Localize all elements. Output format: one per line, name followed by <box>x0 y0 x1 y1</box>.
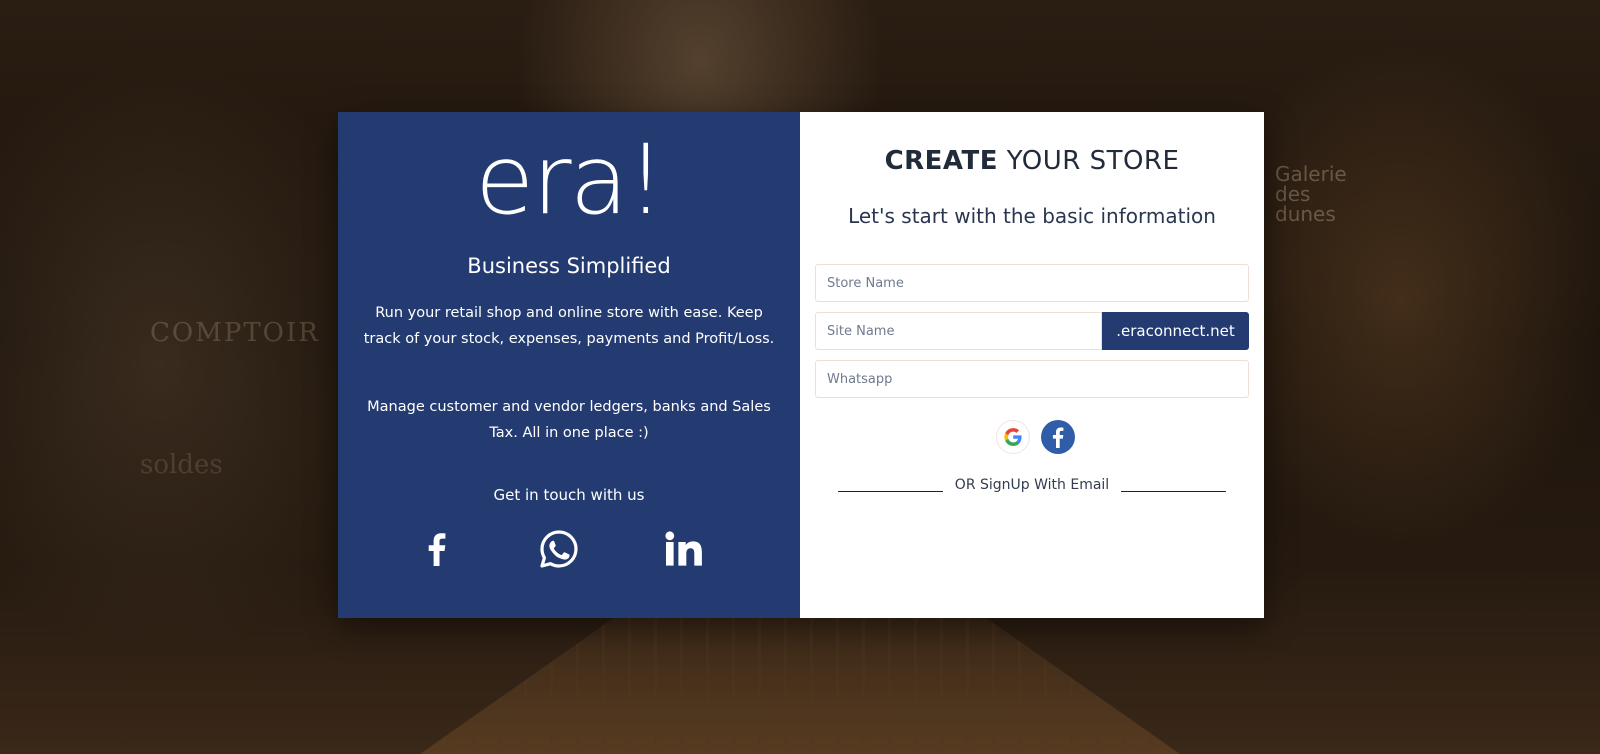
whatsapp-icon[interactable] <box>536 526 582 572</box>
facebook-icon[interactable] <box>414 526 460 572</box>
store-name-placeholder: Store Name <box>827 275 904 291</box>
brand-description-2: Manage customer and vendor ledgers, bank… <box>367 399 771 441</box>
social-links <box>338 526 800 576</box>
divider-line-left <box>837 490 943 492</box>
brand-panel: era! Business Simplified Run your retail… <box>338 112 800 618</box>
form-title: CREATE YOUR STORE <box>800 146 1264 176</box>
google-icon <box>996 420 1030 454</box>
background-sign-comptoir: COMPTOIR <box>150 318 320 348</box>
whatsapp-input[interactable]: Whatsapp <box>815 360 1249 398</box>
facebook-icon <box>1041 420 1075 454</box>
brand-description-1: Run your retail shop and online store wi… <box>363 305 775 347</box>
brand-tagline: Business Simplified <box>467 254 671 278</box>
site-domain-suffix: .eraconnect.net <box>1102 312 1249 350</box>
background-sign-galerie: Galerie des dunes <box>1275 162 1347 226</box>
contact-heading: Get in touch with us <box>493 486 645 504</box>
facebook-signup-button[interactable] <box>1041 420 1075 454</box>
google-signup-button[interactable] <box>996 420 1030 454</box>
era-logo: era! <box>475 124 665 236</box>
divider-text: OR SignUp With Email <box>954 477 1110 493</box>
store-name-input[interactable]: Store Name <box>815 264 1249 302</box>
divider-line-right <box>1121 490 1227 492</box>
site-name-placeholder: Site Name <box>827 323 895 339</box>
email-signup-divider: OR SignUp With Email <box>822 474 1242 496</box>
linkedin-icon[interactable] <box>660 526 706 572</box>
signup-card: era! Business Simplified Run your retail… <box>338 112 1264 618</box>
site-name-input[interactable]: Site Name <box>815 312 1102 350</box>
form-title-bold: CREATE <box>884 146 999 176</box>
form-subtitle: Let's start with the basic information <box>848 204 1216 228</box>
whatsapp-placeholder: Whatsapp <box>827 371 893 387</box>
background-sign-soldes: soldes <box>140 450 223 480</box>
form-title-light: YOUR STORE <box>1006 146 1180 176</box>
form-panel: CREATE YOUR STORE Let's start with the b… <box>800 112 1264 618</box>
